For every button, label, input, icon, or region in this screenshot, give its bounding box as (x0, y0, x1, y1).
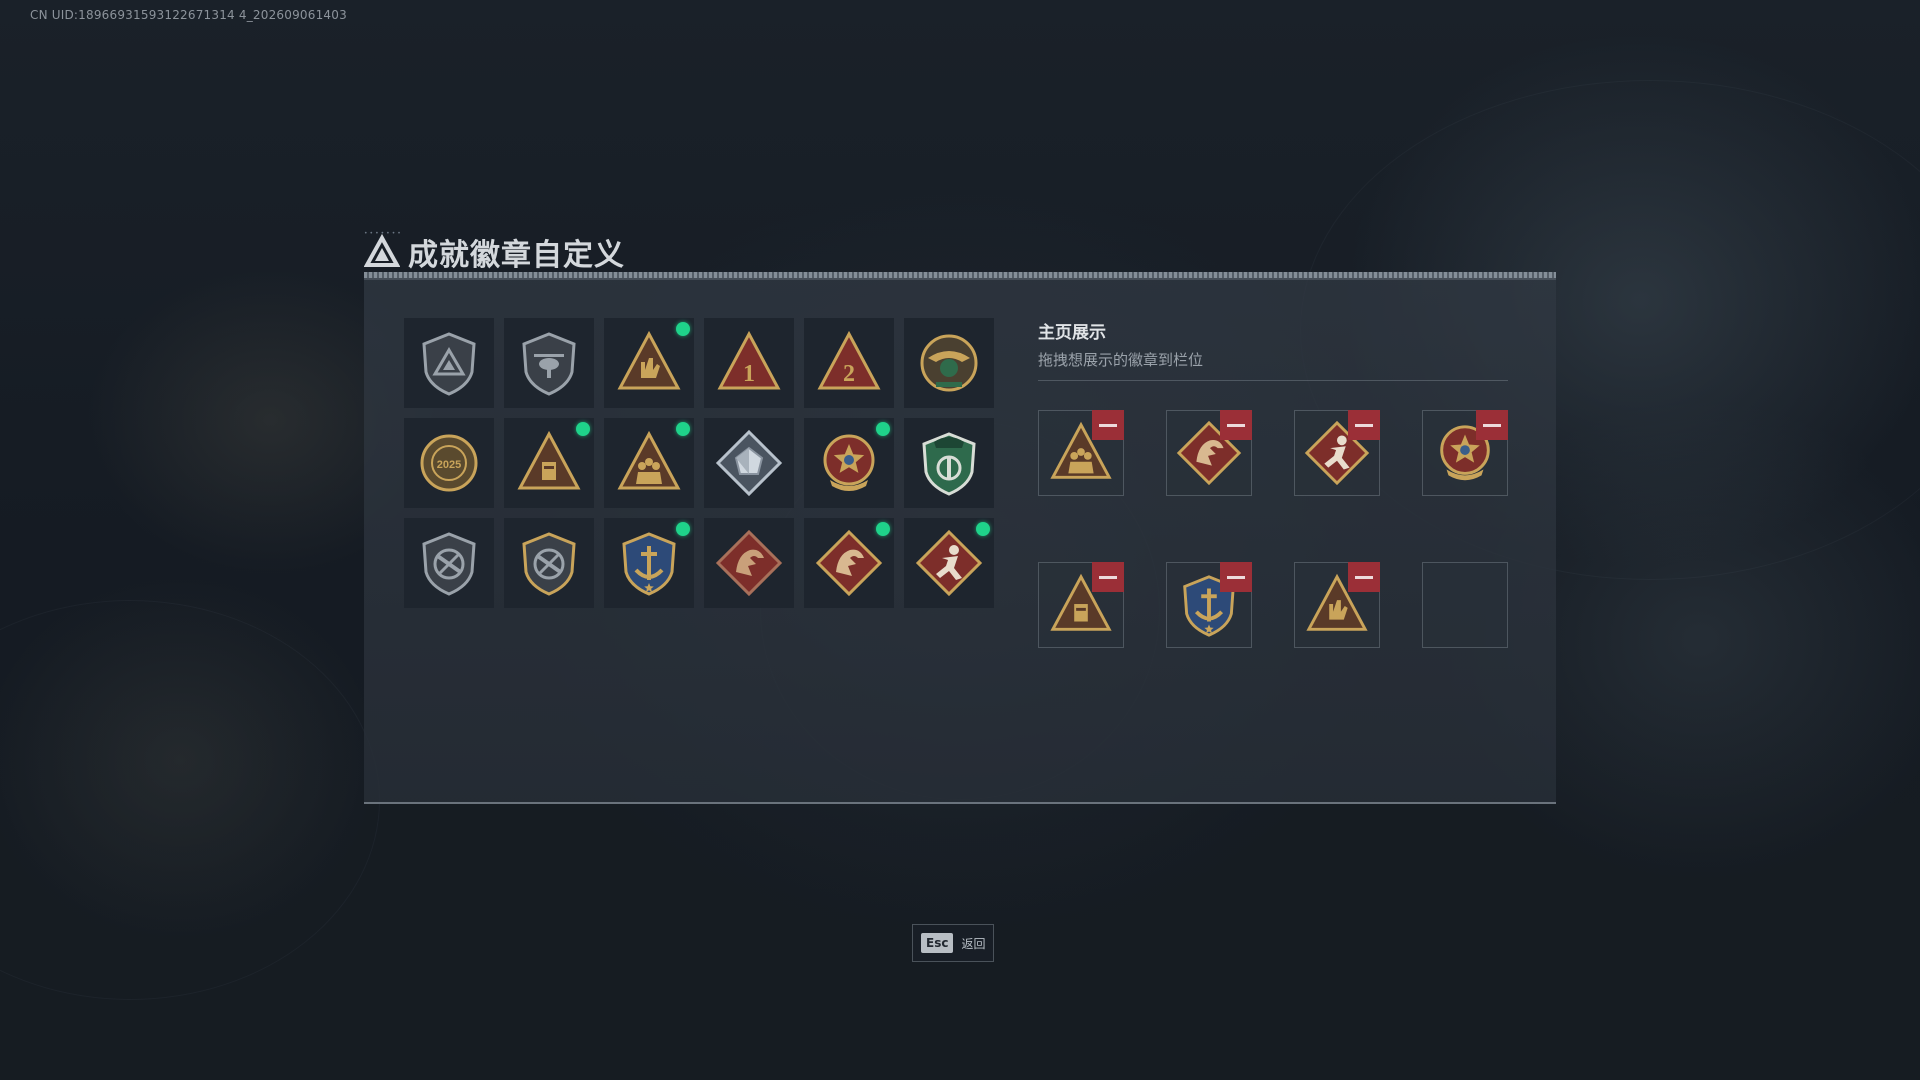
red-dragon-diamond-badge-icon (715, 529, 783, 597)
badge-tile[interactable]: 2 (804, 318, 894, 408)
homepage-showcase: 主页展示 拖拽想展示的徽章到栏位 (1038, 318, 1508, 381)
badge-tile[interactable] (404, 318, 494, 408)
gold-hand-sign-triangle-badge-icon (617, 330, 681, 390)
new-indicator-dot (976, 522, 990, 536)
badge-tile[interactable] (504, 518, 594, 608)
new-indicator-dot (676, 322, 690, 336)
badge-tile[interactable] (804, 518, 894, 608)
badge-tile[interactable] (704, 418, 794, 508)
back-button[interactable]: Esc 返回 (912, 924, 994, 962)
showcase-slot[interactable] (1422, 410, 1508, 496)
new-indicator-dot (676, 422, 690, 436)
svg-text:2: 2 (843, 361, 855, 387)
badge-collection-grid: 1 2 2025 (404, 318, 994, 608)
badge-tile[interactable] (904, 318, 994, 408)
badge-tile[interactable] (604, 318, 694, 408)
remove-badge-button[interactable] (1220, 562, 1252, 592)
red-dragon-diamond-gold-badge-icon (815, 529, 883, 597)
new-indicator-dot (876, 522, 890, 536)
red-triangle-rank-2-badge-icon: 2 (817, 330, 881, 390)
gold-no-rifle-shield-badge-icon (522, 532, 576, 596)
badge-tile[interactable] (804, 418, 894, 508)
badge-tile[interactable]: 2025 (404, 418, 494, 508)
green-eagle-emblem-badge-icon (920, 334, 978, 392)
badge-tile[interactable]: 1 (704, 318, 794, 408)
new-indicator-dot (676, 522, 690, 536)
uid-label: CN UID:18966931593122671314 4_2026090614… (30, 8, 347, 22)
showcase-subtitle: 拖拽想展示的徽章到栏位 (1038, 351, 1204, 369)
showcase-slot[interactable] (1166, 562, 1252, 648)
new-indicator-dot (576, 422, 590, 436)
blue-anchor-crest-badge-icon (622, 532, 676, 596)
remove-badge-button[interactable] (1092, 410, 1124, 440)
new-indicator-dot (876, 422, 890, 436)
badge-tile[interactable] (904, 518, 994, 608)
remove-badge-button[interactable] (1092, 562, 1124, 592)
badge-tile[interactable] (404, 518, 494, 608)
gray-shield-triangle-badge-icon (422, 332, 476, 396)
back-label: 返回 (961, 936, 986, 951)
badge-customization-screen: CN UID:18966931593122671314 4_2026090614… (0, 0, 1920, 1080)
badge-tile[interactable] (704, 518, 794, 608)
badge-panel: 1 2 2025 主页展示 拖拽想展示的徽章到栏位 (364, 272, 1556, 804)
red-star-medal-badge-icon (823, 434, 875, 491)
remove-badge-button[interactable] (1348, 562, 1380, 592)
svg-text:1: 1 (743, 361, 755, 387)
background-map-line (0, 600, 380, 1000)
red-runner-diamond-badge-icon (915, 529, 983, 597)
showcase-slot[interactable] (1294, 410, 1380, 496)
page-header: 成就徽章自定义 (364, 232, 625, 273)
gold-triangle-crate-badge-icon (517, 430, 581, 490)
esc-key-icon: Esc (921, 933, 954, 953)
badge-tile[interactable] (504, 318, 594, 408)
remove-badge-button[interactable] (1348, 410, 1380, 440)
gold-2025-emblem-badge-icon: 2025 (420, 434, 478, 492)
gold-triangle-squad-badge-icon (617, 430, 681, 490)
badge-tile[interactable] (504, 418, 594, 508)
gray-helicopter-shield-badge-icon (522, 332, 576, 396)
page-title: 成就徽章自定义 (408, 238, 625, 273)
silver-crystal-badge-icon (715, 429, 783, 497)
remove-badge-button[interactable] (1220, 410, 1252, 440)
showcase-divider (1038, 380, 1508, 381)
svg-text:2025: 2025 (437, 459, 461, 471)
green-beret-shield-badge-icon (922, 432, 976, 496)
gray-no-rifle-shield-badge-icon (422, 532, 476, 596)
badge-tile[interactable] (604, 418, 694, 508)
empty-showcase-slot[interactable] (1422, 562, 1508, 648)
red-triangle-rank-1-badge-icon: 1 (717, 330, 781, 390)
showcase-slot[interactable] (1038, 562, 1124, 648)
showcase-slot[interactable] (1294, 562, 1380, 648)
badge-tile[interactable] (904, 418, 994, 508)
showcase-slot[interactable] (1166, 410, 1252, 496)
showcase-slot[interactable] (1038, 410, 1124, 496)
badge-tile[interactable] (604, 518, 694, 608)
remove-badge-button[interactable] (1476, 410, 1508, 440)
triangle-logo-icon (364, 234, 400, 267)
showcase-title: 主页展示 (1038, 323, 1106, 343)
